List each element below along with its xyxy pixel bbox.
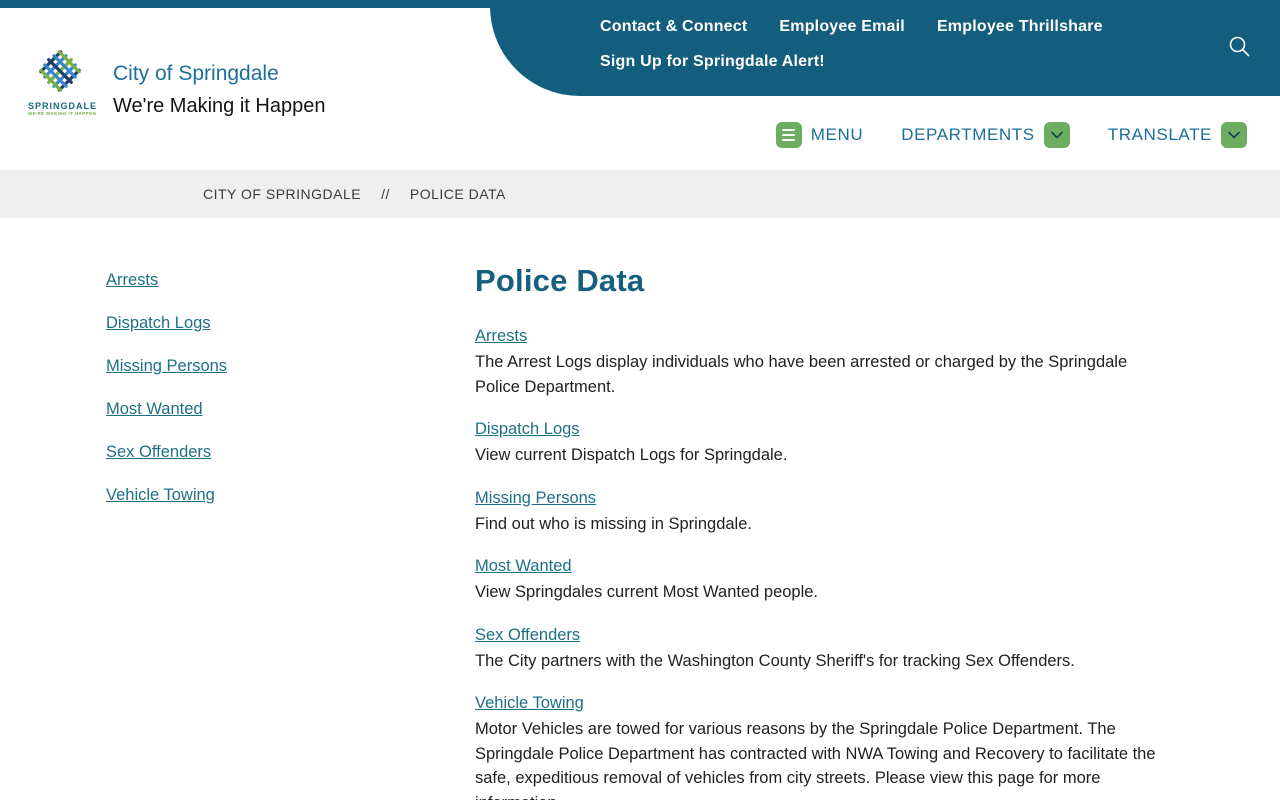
sidebar-item-dispatch-logs[interactable]: Dispatch Logs <box>106 313 211 334</box>
city-logo[interactable]: SPRINGDALE WE'RE MAKING IT HAPPEN <box>28 48 98 116</box>
section-missing-persons: Missing Persons Find out who is missing … <box>475 487 1167 537</box>
search-icon <box>1226 36 1254 65</box>
sidebar-item-sex-offenders[interactable]: Sex Offenders <box>106 442 211 463</box>
chevron-down-icon <box>1221 122 1247 148</box>
hamburger-icon <box>775 122 802 148</box>
breadcrumb-current-page: POLICE DATA <box>409 186 506 202</box>
site-title-block: City of Springdale We're Making it Happe… <box>113 62 325 118</box>
most-wanted-link[interactable]: Most Wanted <box>475 557 572 575</box>
breadcrumb: CITY OF SPRINGDALE // POLICE DATA <box>0 170 1280 218</box>
utility-row-1: Contact & Connect Employee Email Employe… <box>600 18 1103 36</box>
vehicle-towing-description: Motor Vehicles are towed for various rea… <box>475 720 1156 800</box>
section-vehicle-towing: Vehicle Towing Motor Vehicles are towed … <box>475 692 1167 800</box>
dispatch-logs-link[interactable]: Dispatch Logs <box>475 420 580 438</box>
sidebar-item-missing-persons[interactable]: Missing Persons <box>106 356 227 377</box>
site-header: Contact & Connect Employee Email Employe… <box>0 0 1280 170</box>
utility-nav: Contact & Connect Employee Email Employe… <box>490 0 1280 96</box>
utility-link-contact-connect[interactable]: Contact & Connect <box>600 18 747 36</box>
chevron-down-icon <box>1043 122 1070 148</box>
vehicle-towing-link[interactable]: Vehicle Towing <box>475 694 584 712</box>
site-title: City of Springdale <box>113 62 279 85</box>
utility-row-2: Sign Up for Springdale Alert! <box>600 53 1103 71</box>
page-title: Police Data <box>475 263 645 298</box>
translate-dropdown[interactable]: TRANSLATE <box>1108 122 1247 148</box>
section-sex-offenders: Sex Offenders The City partners with the… <box>475 624 1167 674</box>
breadcrumb-city-of-springdale[interactable]: CITY OF SPRINGDALE <box>203 186 361 202</box>
sidebar-item-most-wanted[interactable]: Most Wanted <box>106 399 203 420</box>
utility-links: Contact & Connect Employee Email Employe… <box>600 18 1103 88</box>
section-most-wanted: Most Wanted View Springdales current Mos… <box>475 555 1167 605</box>
main-content: Police Data Arrests The Arrest Logs disp… <box>475 263 1167 800</box>
dispatch-logs-description: View current Dispatch Logs for Springdal… <box>475 446 788 464</box>
search-button[interactable] <box>1226 34 1254 62</box>
utility-link-employee-email[interactable]: Employee Email <box>779 18 905 36</box>
arrests-link[interactable]: Arrests <box>475 327 527 345</box>
utility-link-springdale-alert[interactable]: Sign Up for Springdale Alert! <box>600 53 825 71</box>
content-area: Arrests Dispatch Logs Missing Persons Mo… <box>0 218 1280 800</box>
sidebar-nav: Arrests Dispatch Logs Missing Persons Mo… <box>0 270 475 800</box>
arrests-description: The Arrest Logs display individuals who … <box>475 353 1128 396</box>
translate-label: TRANSLATE <box>1107 125 1212 144</box>
menu-button[interactable]: MENU <box>775 122 864 148</box>
sex-offenders-description: The City partners with the Washington Co… <box>475 651 1075 670</box>
breadcrumb-separator: // <box>381 186 390 202</box>
departments-dropdown[interactable]: DEPARTMENTS <box>901 122 1070 148</box>
departments-label: DEPARTMENTS <box>901 125 1035 144</box>
logo-wordmark: SPRINGDALE <box>28 101 98 111</box>
site-tagline: We're Making it Happen <box>113 95 326 117</box>
missing-persons-description: Find out who is missing in Springdale. <box>475 514 752 533</box>
utility-link-employee-thrillshare[interactable]: Employee Thrillshare <box>937 18 1103 36</box>
sex-offenders-link[interactable]: Sex Offenders <box>475 626 580 644</box>
section-dispatch-logs: Dispatch Logs View current Dispatch Logs… <box>475 418 1167 468</box>
logo-lattice-icon <box>28 50 92 98</box>
main-nav: MENU DEPARTMENTS TRANSLATE <box>775 122 1247 148</box>
section-arrests: Arrests The Arrest Logs display individu… <box>475 325 1167 399</box>
menu-label: MENU <box>810 125 864 144</box>
sidebar-item-vehicle-towing[interactable]: Vehicle Towing <box>106 485 215 506</box>
logo-tagline: WE'RE MAKING IT HAPPEN <box>28 111 97 116</box>
most-wanted-description: View Springdales current Most Wanted peo… <box>475 583 819 601</box>
missing-persons-link[interactable]: Missing Persons <box>475 489 596 507</box>
sidebar-item-arrests[interactable]: Arrests <box>106 270 158 291</box>
